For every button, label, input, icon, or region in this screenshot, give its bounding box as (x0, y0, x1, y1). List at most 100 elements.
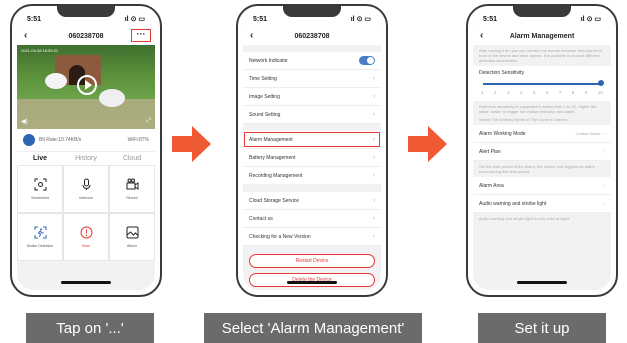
fullscreen-icon[interactable]: ⤢ (146, 118, 151, 125)
sensitivity-ticks: 1 2 3 4 5 6 7 8 9 10 (481, 90, 603, 95)
signal-battery-icon: ıl ⊙ ▭ (580, 16, 601, 23)
next-arrow-icon (172, 126, 211, 162)
sensitivity-tick: 4 (519, 90, 523, 95)
slider-knob[interactable] (598, 80, 604, 86)
sensitivity-tick: 10 (597, 90, 603, 95)
intercom-button[interactable]: Intercom (63, 165, 109, 213)
alarm-management-row[interactable]: Alarm Management › (243, 131, 381, 149)
section-gap (243, 124, 381, 131)
recording-management-row[interactable]: Recording Management › (243, 167, 381, 185)
caption-step-2: Select 'Alarm Management' (204, 313, 422, 343)
menu-label: Image Setting (249, 93, 280, 100)
speaker-icon[interactable]: ◀) (21, 118, 28, 125)
video-feed[interactable]: 2021-04-08 16:59:21 ◀) ⤢ (17, 45, 155, 129)
menu-label: Recording Management (249, 172, 303, 179)
menu-label: Alarm Management (249, 136, 293, 143)
chevron-right-icon: › (603, 201, 605, 206)
play-icon[interactable] (77, 75, 97, 95)
chevron-right-icon: › (373, 233, 375, 240)
sound-setting-row[interactable]: Sound Setting › (243, 106, 381, 124)
microphone-icon (80, 178, 93, 191)
audio-note: Audio warning and strobe light is only v… (479, 216, 569, 221)
settings-navbar: ‹ 060238708 (243, 27, 381, 45)
tab-history[interactable]: History (63, 152, 109, 165)
chevron-right-icon: › (373, 93, 375, 100)
album-icon (126, 226, 139, 239)
settings-group-1: Network Indicator Time Setting › Image S… (243, 52, 381, 124)
back-icon[interactable]: ‹ (480, 30, 483, 41)
alarm-area-label: Alarm Area (479, 182, 504, 189)
status-time: 5:51 (483, 15, 498, 23)
delete-device-button[interactable]: Delete the Device (249, 273, 375, 287)
back-icon[interactable]: ‹ (250, 30, 253, 41)
tab-cloud[interactable]: Cloud (109, 152, 155, 165)
section-gap (243, 185, 381, 192)
motion-detection-label: Motion Detection (26, 244, 54, 248)
menu-label: Sound Setting (249, 111, 281, 118)
siren-icon (80, 226, 93, 239)
device-avatar (23, 134, 35, 146)
view-tabs: Live History Cloud (17, 151, 155, 165)
video-camera-icon (126, 178, 139, 191)
album-button[interactable]: Album (109, 213, 155, 261)
video-dog (99, 89, 125, 107)
alarm-management-screen: 5:51 ıl ⊙ ▭ ‹ Alarm Management After tur… (473, 11, 611, 290)
sensitivity-slider[interactable] (483, 80, 604, 86)
battery-management-row[interactable]: Battery Management › (243, 149, 381, 167)
sensitivity-tick: 9 (584, 90, 588, 95)
alarm-area-row[interactable]: Alarm Area › (473, 177, 611, 195)
signal-battery-icon: ıl ⊙ ▭ (350, 16, 371, 23)
next-arrow-icon (408, 126, 447, 162)
alert-plan-row[interactable]: Alert Plan › (473, 143, 611, 161)
settings-title: 060238708 (294, 32, 330, 40)
phone-settings: 5:51 ıl ⊙ ▭ ‹ 060238708 Network Indicato… (236, 4, 388, 297)
menu-label: Battery Management (249, 154, 296, 161)
phone-notch (513, 6, 571, 17)
alarm-working-mode-row[interactable]: Alarm Working Mode Custom Mode › (473, 125, 611, 143)
tab-live[interactable]: Live (17, 152, 63, 165)
back-icon[interactable]: ‹ (24, 30, 27, 41)
cloud-storage-row[interactable]: Cloud Storage Service › (243, 192, 381, 210)
audio-warning-row[interactable]: Audio warning and strobe light › (473, 195, 611, 213)
slider-fill (483, 83, 601, 85)
screenshot-label: Screenshot (31, 196, 49, 200)
video-timestamp: 2021-04-08 16:59:21 (21, 48, 59, 53)
chevron-right-icon: › (603, 183, 605, 188)
video-dog (45, 73, 67, 89)
home-indicator (517, 281, 567, 284)
restart-device-button[interactable]: Restart Device (249, 254, 375, 268)
chevron-right-icon: › (373, 172, 375, 179)
contact-us-row[interactable]: Contact us › (243, 210, 381, 228)
camera-frame-icon (34, 178, 47, 191)
intercom-label: Intercom (79, 196, 93, 200)
live-view-screen: 5:51 ıl ⊙ ▭ ‹ 060238708 ··· 2021-04-08 1… (17, 11, 155, 290)
sensitivity-tick: 8 (571, 90, 575, 95)
sensitivity-block: Detection Sensitivity 1 2 3 4 5 6 7 8 9 10 (473, 66, 611, 101)
motion-detection-button[interactable]: Motion Detection (17, 213, 63, 261)
sensitivity-tick: 1 (481, 90, 484, 95)
menu-label: Checking for a New Version (249, 233, 311, 240)
audio-warning-label: Audio warning and strobe light (479, 200, 547, 207)
more-button[interactable]: ··· (131, 29, 151, 42)
image-setting-row[interactable]: Image Setting › (243, 88, 381, 106)
alarm-navbar: ‹ Alarm Management (473, 27, 611, 45)
record-button[interactable]: Record (109, 165, 155, 213)
phone-notch (283, 6, 341, 17)
phone-alarm-management: 5:51 ıl ⊙ ▭ ‹ Alarm Management After tur… (466, 4, 618, 297)
screenshot-button[interactable]: Screenshot (17, 165, 63, 213)
check-version-row[interactable]: Checking for a New Version › (243, 228, 381, 246)
phone-live-view: 5:51 ıl ⊙ ▭ ‹ 060238708 ··· 2021-04-08 1… (10, 4, 162, 297)
live-view-navbar: ‹ 060238708 ··· (17, 27, 155, 45)
sensitivity-tick: 5 (532, 90, 536, 95)
chevron-right-icon: › (373, 215, 375, 222)
phone-notch (57, 6, 115, 17)
network-indicator-toggle[interactable] (359, 56, 375, 65)
motion-detection-icon (34, 226, 47, 239)
siren-button[interactable]: Siren (63, 213, 109, 261)
chevron-right-icon: › (603, 131, 605, 136)
video-path (17, 99, 155, 129)
settings-group-2: Alarm Management › Battery Management › … (243, 131, 381, 185)
sensitivity-title: Detection Sensitivity (479, 70, 525, 76)
network-indicator-row[interactable]: Network Indicator (243, 52, 381, 70)
time-setting-row[interactable]: Time Setting › (243, 70, 381, 88)
